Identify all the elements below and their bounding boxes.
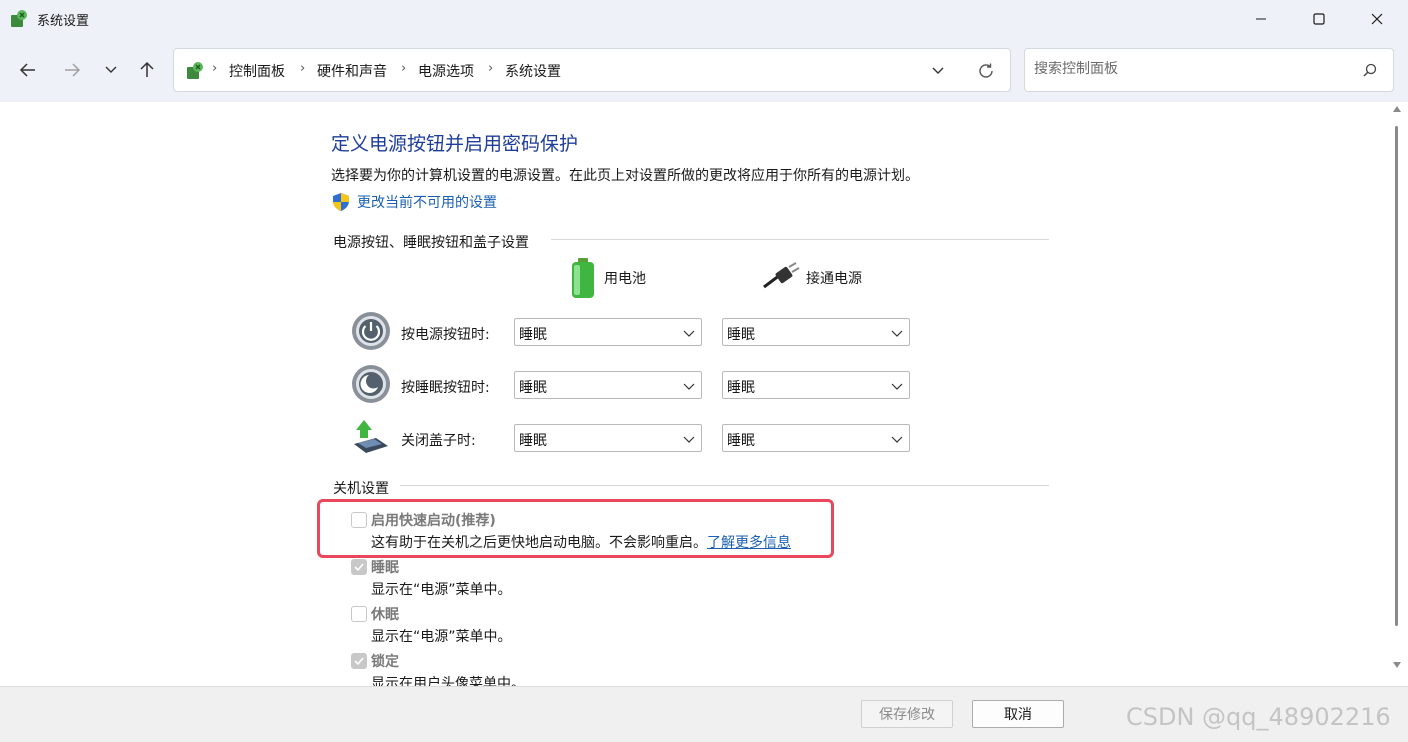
- lid-close-label: 关闭盖子时:: [401, 433, 476, 449]
- hibernate-option-label: 休眠: [371, 607, 399, 623]
- maximize-icon: [1313, 13, 1325, 25]
- lid-close-battery-select[interactable]: 睡眠: [514, 424, 702, 452]
- shutdown-section-heading: 关机设置: [333, 481, 389, 497]
- footer-bar: 保存修改 取消 CSDN @qq_48902216: [0, 686, 1408, 742]
- scroll-up-icon[interactable]: [1393, 106, 1401, 112]
- chevron-down-icon: [891, 330, 903, 337]
- sleep-button-plugged-select[interactable]: 睡眠: [722, 371, 910, 399]
- lid-close-plugged-select[interactable]: 睡眠: [722, 424, 910, 452]
- control-panel-icon: [11, 10, 27, 27]
- breadcrumb-separator: ›: [212, 61, 218, 76]
- maximize-button[interactable]: [1290, 0, 1348, 38]
- change-unavailable-settings-link[interactable]: 更改当前不可用的设置: [331, 192, 497, 212]
- breadcrumb-item-system-settings[interactable]: 系统设置: [505, 61, 561, 81]
- battery-column-header: 用电池: [568, 257, 646, 299]
- select-value: 睡眠: [727, 433, 755, 449]
- power-button-plugged-select[interactable]: 睡眠: [722, 318, 910, 346]
- select-value: 睡眠: [727, 327, 755, 343]
- chevron-down-icon: [683, 436, 695, 443]
- chevron-down-icon: [683, 383, 695, 390]
- back-button[interactable]: [14, 58, 42, 82]
- search-icon[interactable]: [1361, 62, 1379, 80]
- select-value: 睡眠: [519, 327, 547, 343]
- breadcrumb-item-control-panel[interactable]: 控制面板: [229, 61, 285, 81]
- chevron-down-icon: [683, 330, 695, 337]
- window-title: 系统设置: [37, 14, 90, 29]
- power-button-icon: [352, 312, 390, 350]
- arrow-left-icon: [19, 63, 35, 77]
- content-area: 定义电源按钮并启用密码保护 选择要为你的计算机设置的电源设置。在此页上对设置所做…: [0, 102, 1408, 686]
- breadcrumb-item-hardware-sound[interactable]: 硬件和声音: [317, 61, 387, 81]
- navigation-bar: › 控制面板 › 硬件和声音 › 电源选项 › 系统设置: [0, 38, 1408, 102]
- uac-shield-icon: [333, 193, 349, 211]
- scrollbar-thumb[interactable]: [1395, 126, 1398, 626]
- chevron-down-icon: [891, 436, 903, 443]
- plugged-in-column-label: 接通电源: [806, 271, 862, 287]
- address-bar[interactable]: › 控制面板 › 硬件和声音 › 电源选项 › 系统设置: [173, 48, 1011, 92]
- power-button-battery-select[interactable]: 睡眠: [514, 318, 702, 346]
- control-panel-icon: [187, 62, 203, 79]
- refresh-button[interactable]: [974, 59, 998, 83]
- cancel-button[interactable]: 取消: [972, 700, 1064, 728]
- scroll-down-icon[interactable]: [1393, 662, 1401, 668]
- hibernate-option-description: 显示在“电源”菜单中。: [371, 629, 512, 645]
- battery-icon: [572, 258, 594, 298]
- lock-option-label: 锁定: [371, 654, 399, 670]
- breadcrumb-separator: ›: [401, 61, 407, 76]
- select-value: 睡眠: [519, 433, 547, 449]
- select-value: 睡眠: [727, 380, 755, 396]
- highlight-annotation: [317, 499, 834, 558]
- arrow-up-icon: [140, 61, 154, 77]
- breadcrumb-separator: ›: [488, 61, 494, 76]
- title-bar: 系统设置: [0, 0, 1408, 38]
- laptop-lid-icon: [354, 420, 388, 453]
- breadcrumb-separator: ›: [300, 61, 306, 76]
- power-buttons-section-heading: 电源按钮、睡眠按钮和盖子设置: [333, 235, 529, 251]
- breadcrumb-item-power-options[interactable]: 电源选项: [418, 61, 474, 81]
- sleep-option-checkbox[interactable]: [351, 559, 367, 575]
- section-divider: [551, 239, 1049, 240]
- close-icon: [1371, 13, 1383, 25]
- page-description: 选择要为你的计算机设置的电源设置。在此页上对设置所做的更改将应用于你所有的电源计…: [331, 168, 919, 184]
- minimize-button[interactable]: [1232, 0, 1290, 38]
- search-input[interactable]: [1034, 61, 1354, 77]
- recent-locations-button[interactable]: [97, 58, 125, 82]
- save-changes-button[interactable]: 保存修改: [861, 700, 953, 728]
- power-plug-icon: [763, 262, 800, 289]
- refresh-icon: [979, 63, 993, 78]
- minimize-icon: [1256, 18, 1266, 20]
- search-box[interactable]: [1024, 48, 1394, 92]
- sleep-button-battery-select[interactable]: 睡眠: [514, 371, 702, 399]
- sleep-option-description: 显示在“电源”菜单中。: [371, 582, 512, 598]
- up-button[interactable]: [133, 58, 161, 82]
- address-dropdown-button[interactable]: [926, 59, 950, 83]
- chevron-down-icon: [105, 66, 117, 73]
- battery-column-label: 用电池: [604, 271, 646, 287]
- sleep-option-label: 睡眠: [371, 560, 399, 576]
- chevron-down-icon: [932, 67, 944, 74]
- power-button-label: 按电源按钮时:: [401, 327, 490, 343]
- plugged-in-column-header: 接通电源: [758, 257, 862, 299]
- forward-button[interactable]: [58, 58, 86, 82]
- page-title: 定义电源按钮并启用密码保护: [331, 133, 579, 155]
- watermark: CSDN @qq_48902216: [1126, 703, 1391, 731]
- close-button[interactable]: [1348, 0, 1406, 38]
- change-unavailable-settings-label[interactable]: 更改当前不可用的设置: [357, 192, 497, 212]
- lock-option-description: 显示在用户头像菜单中。: [371, 676, 525, 686]
- sleep-button-label: 按睡眠按钮时:: [401, 380, 490, 396]
- checkmark-icon: [354, 563, 364, 572]
- arrow-right-icon: [65, 63, 81, 77]
- lock-option-checkbox[interactable]: [351, 653, 367, 669]
- select-value: 睡眠: [519, 380, 547, 396]
- chevron-down-icon: [891, 383, 903, 390]
- section-divider: [400, 485, 1049, 486]
- checkmark-icon: [354, 657, 364, 666]
- hibernate-option-checkbox[interactable]: [351, 606, 367, 622]
- sleep-button-icon: [352, 365, 390, 403]
